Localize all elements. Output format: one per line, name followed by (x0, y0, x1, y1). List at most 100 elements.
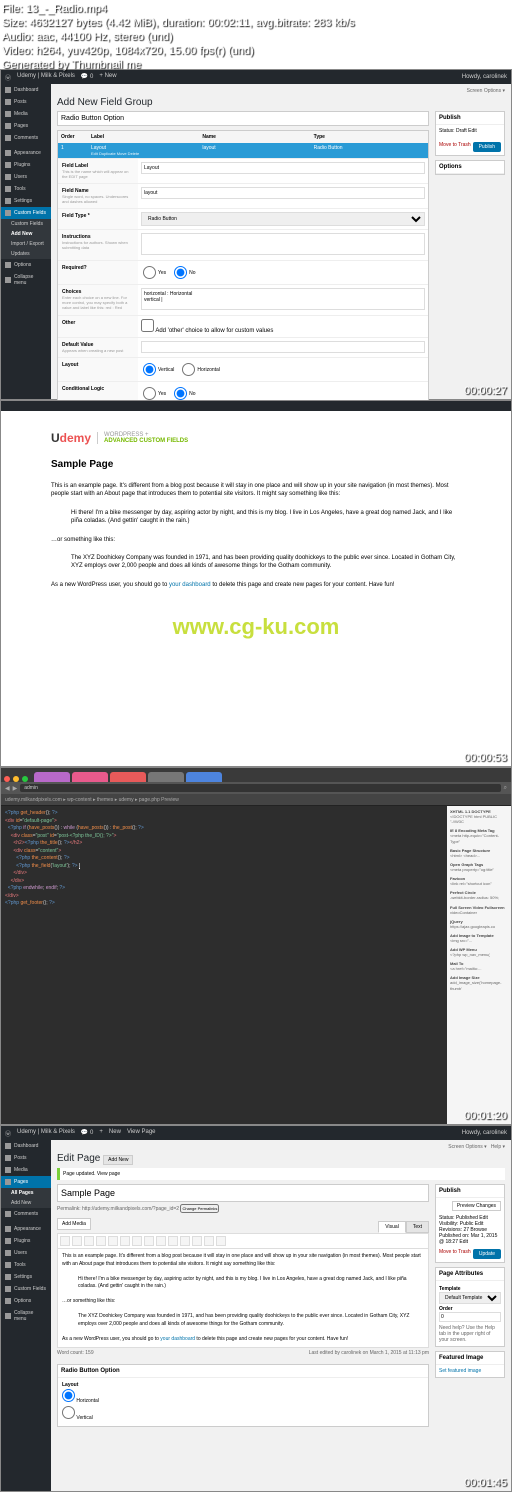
content-editor[interactable]: This is an example page. It's different … (57, 1248, 429, 1348)
instructions-input[interactable] (141, 233, 425, 255)
menu-media[interactable]: Media (1, 1164, 51, 1176)
tab[interactable] (110, 772, 146, 782)
radio-vertical[interactable]: Vertical (62, 1405, 424, 1422)
ul-button[interactable] (96, 1236, 106, 1246)
submenu-updates[interactable]: Updates (1, 249, 51, 259)
back-icon[interactable]: ◀ (5, 785, 10, 792)
layout-horizontal[interactable]: Horizontal (182, 363, 220, 376)
wp-logo-icon[interactable]: ⓦ (5, 1129, 11, 1138)
menu-posts[interactable]: Posts (1, 96, 51, 108)
menu-users[interactable]: Users (1, 1247, 51, 1259)
menu-pages[interactable]: Pages (1, 1176, 51, 1188)
menu-media[interactable]: Media (1, 108, 51, 120)
required-yes[interactable]: Yes (143, 266, 166, 279)
submenu-add-new[interactable]: Add New (1, 1198, 51, 1208)
field-type-select[interactable]: Radio Button (141, 212, 425, 226)
code-editor[interactable]: <?php get_header(); ?> <div id="default-… (1, 806, 447, 1124)
template-select[interactable]: Default Template (439, 1292, 501, 1304)
field-label-input[interactable] (141, 162, 425, 174)
menu-plugins[interactable]: Plugins (1, 159, 51, 171)
menu-dashboard[interactable]: Dashboard (1, 84, 51, 96)
tab[interactable] (72, 772, 108, 782)
howdy-text[interactable]: Howdy, carolinek (462, 1130, 507, 1136)
default-value-input[interactable] (141, 341, 425, 353)
choices-input[interactable]: horizontal : Horizontal vertical | (141, 288, 425, 310)
link-button[interactable] (180, 1236, 190, 1246)
more-button[interactable] (204, 1236, 214, 1246)
quote-button[interactable] (120, 1236, 130, 1246)
unlink-button[interactable] (192, 1236, 202, 1246)
menu-appearance[interactable]: Appearance (1, 1223, 51, 1235)
bold-button[interactable] (60, 1236, 70, 1246)
url-input[interactable]: admin (20, 784, 500, 792)
menu-users[interactable]: Users (1, 171, 51, 183)
menu-comments[interactable]: Comments (1, 132, 51, 144)
menu-custom-fields[interactable]: Custom Fields (1, 1283, 51, 1295)
trash-link[interactable]: Move to Trash (439, 1249, 471, 1255)
forward-icon[interactable]: ▶ (13, 785, 18, 792)
field-name-input[interactable] (141, 187, 425, 199)
comments-icon[interactable]: 💬 0 (81, 1129, 93, 1138)
search-icon[interactable]: ⌕ (504, 785, 507, 792)
menu-comments[interactable]: Comments (1, 1208, 51, 1220)
hr-button[interactable] (132, 1236, 142, 1246)
publish-button[interactable]: Publish (473, 142, 501, 152)
menu-appearance[interactable]: Appearance (1, 147, 51, 159)
menu-tools[interactable]: Tools (1, 183, 51, 195)
site-name[interactable]: Udemy | Milk & Pixels (17, 1129, 75, 1138)
menu-custom-fields[interactable]: Custom Fields (1, 207, 51, 219)
preview-button[interactable]: Preview Changes (452, 1201, 501, 1211)
minimize-icon[interactable] (13, 776, 19, 782)
tab-visual[interactable]: Visual (378, 1221, 406, 1233)
new-link[interactable]: New (109, 1129, 121, 1138)
submenu-all-pages[interactable]: All Pages (1, 1188, 51, 1198)
required-no[interactable]: No (174, 266, 195, 279)
menu-options[interactable]: Options (1, 259, 51, 271)
menu-options[interactable]: Options (1, 1295, 51, 1307)
submenu-cf[interactable]: Custom Fields (1, 219, 51, 229)
menu-collapse[interactable]: Collapse menu (1, 271, 51, 289)
order-input[interactable] (439, 1312, 501, 1322)
menu-posts[interactable]: Posts (1, 1152, 51, 1164)
acf-field-row[interactable]: 1 LayoutEdit Duplicate Move Delete layou… (58, 143, 428, 158)
trash-link[interactable]: Move to Trash (439, 142, 471, 148)
menu-plugins[interactable]: Plugins (1, 1235, 51, 1247)
submenu-import[interactable]: Import / Export (1, 239, 51, 249)
tab[interactable] (148, 772, 184, 782)
submenu-add-new[interactable]: Add New (1, 229, 51, 239)
add-media-button[interactable]: Add Media (57, 1218, 91, 1230)
align-center-button[interactable] (156, 1236, 166, 1246)
help-toggle[interactable]: Help ▾ (491, 1144, 505, 1150)
strike-button[interactable] (84, 1236, 94, 1246)
menu-dashboard[interactable]: Dashboard (1, 1140, 51, 1152)
ol-button[interactable] (108, 1236, 118, 1246)
dashboard-link[interactable]: your dashboard (169, 582, 211, 588)
comments-icon (5, 1211, 11, 1217)
fullscreen-button[interactable] (216, 1236, 226, 1246)
close-icon[interactable] (4, 776, 10, 782)
layout-vertical[interactable]: Vertical (143, 363, 174, 376)
field-group-title-input[interactable]: Radio Button Option (57, 111, 429, 126)
change-permalink-btn[interactable]: Change Permalinks (180, 1204, 219, 1213)
radio-horizontal[interactable]: Horizontal (62, 1388, 424, 1405)
screen-options[interactable]: Screen Options ▾ (448, 1144, 486, 1150)
align-right-button[interactable] (168, 1236, 178, 1246)
align-left-button[interactable] (144, 1236, 154, 1246)
other-checkbox[interactable]: Add 'other' choice to allow for custom v… (141, 328, 273, 334)
tab-text[interactable]: Text (406, 1221, 429, 1233)
post-title-input[interactable] (57, 1184, 429, 1202)
howdy-text[interactable]: Howdy, carolinek (462, 74, 507, 80)
tab[interactable] (186, 772, 222, 782)
maximize-icon[interactable] (22, 776, 28, 782)
menu-pages[interactable]: Pages (1, 120, 51, 132)
tab[interactable] (34, 772, 70, 782)
add-new-button[interactable]: Add New (103, 1155, 133, 1165)
view-page[interactable]: View Page (127, 1129, 156, 1138)
update-button[interactable]: Update (473, 1249, 501, 1259)
menu-settings[interactable]: Settings (1, 195, 51, 207)
set-featured-link[interactable]: Set featured image (439, 1368, 481, 1374)
menu-collapse[interactable]: Collapse menu (1, 1307, 51, 1325)
italic-button[interactable] (72, 1236, 82, 1246)
menu-settings[interactable]: Settings (1, 1271, 51, 1283)
menu-tools[interactable]: Tools (1, 1259, 51, 1271)
